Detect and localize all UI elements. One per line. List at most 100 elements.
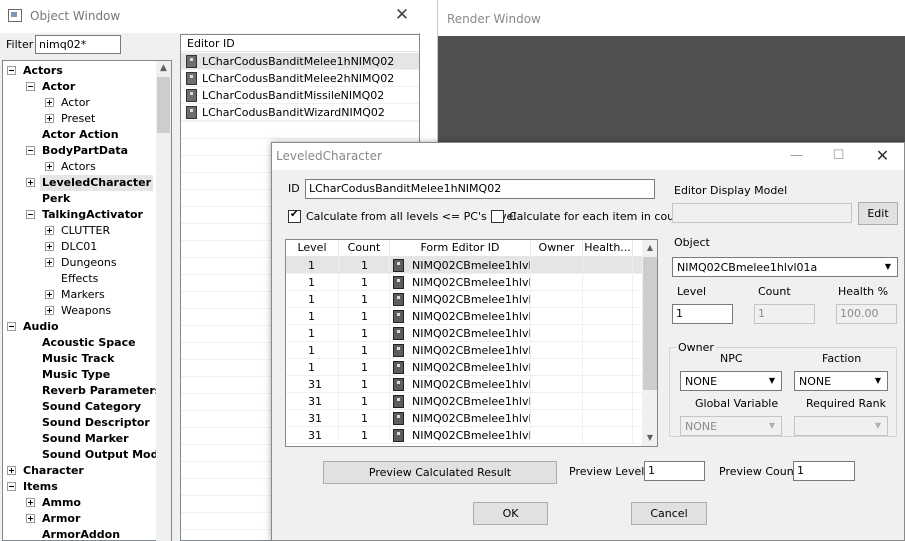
collapse-icon[interactable] xyxy=(26,82,35,91)
table-row[interactable]: 1 1 NIMQ02CBmelee1hlvl... xyxy=(286,325,642,342)
expand-icon[interactable] xyxy=(45,98,54,107)
faction-select[interactable]: NONE ▼ xyxy=(794,371,888,391)
column-header-level[interactable]: Level xyxy=(286,240,339,257)
column-header-count[interactable]: Count xyxy=(339,240,390,257)
tree-item[interactable]: Armor xyxy=(3,511,157,527)
tree-item[interactable]: Actor Action xyxy=(3,127,157,143)
close-icon[interactable]: ✕ xyxy=(392,4,412,26)
preview-count-input[interactable]: 1 xyxy=(793,461,855,481)
table-row[interactable]: 1 1 NIMQ02CBmelee1hlvl... xyxy=(286,257,642,274)
list-item[interactable]: LCharCodusBanditMelee1hNIMQ02 xyxy=(181,53,419,70)
tree-item[interactable]: Music Type xyxy=(3,367,157,383)
cancel-button[interactable]: Cancel xyxy=(631,502,707,525)
expand-icon[interactable] xyxy=(26,178,35,187)
table-row[interactable]: 31 1 NIMQ02CBmelee1hlvl... xyxy=(286,393,642,410)
tree-item[interactable]: Sound Output Model xyxy=(3,447,170,463)
render-window-titlebar[interactable]: Render Window xyxy=(438,0,905,36)
collapse-icon[interactable] xyxy=(7,66,16,75)
tree-scrollbar[interactable]: ▲ xyxy=(156,61,171,541)
expand-icon[interactable] xyxy=(45,114,54,123)
tree-item[interactable]: DLC01 xyxy=(3,239,157,255)
tree-item[interactable]: Sound Marker xyxy=(3,431,157,447)
list-item[interactable]: LCharCodusBanditMelee2hNIMQ02 xyxy=(181,70,419,87)
close-icon[interactable]: ✕ xyxy=(860,143,905,170)
list-item[interactable]: LCharCodusBanditMissileNIMQ02 xyxy=(181,87,419,104)
tree-item[interactable]: ArmorAddon xyxy=(3,527,157,540)
maximize-icon[interactable]: ☐ xyxy=(816,143,861,170)
table-row[interactable]: 31 1 NIMQ02CBmelee1hlvl... xyxy=(286,410,642,427)
tree-item[interactable]: Sound Descriptor xyxy=(3,415,157,431)
tree-item[interactable]: TalkingActivator xyxy=(3,207,157,223)
leveled-list[interactable]: Level Count Form Editor ID Owner Health.… xyxy=(285,239,658,447)
table-row[interactable]: 1 1 NIMQ02CBmelee1hlvl... xyxy=(286,274,642,291)
tree-item[interactable]: Actors xyxy=(3,159,157,175)
tree-item[interactable]: Music Track xyxy=(3,351,157,367)
calc-all-levels-checkbox[interactable] xyxy=(288,209,301,223)
dialog-titlebar[interactable]: LeveledCharacter — ☐ ✕ xyxy=(272,143,904,170)
expand-icon[interactable] xyxy=(45,162,54,171)
id-input[interactable]: LCharCodusBanditMelee1hNIMQ02 xyxy=(305,179,655,199)
preview-calculated-result-button[interactable]: Preview Calculated Result xyxy=(323,461,557,484)
tree-item[interactable]: Preset xyxy=(3,111,157,127)
tree-item[interactable]: Perk xyxy=(3,191,157,207)
tree-item[interactable]: Actor xyxy=(3,79,157,95)
tree-item[interactable]: Markers xyxy=(3,287,157,303)
ok-button[interactable]: OK xyxy=(473,502,548,525)
leveled-list-scrollbar[interactable]: ▲ ▼ xyxy=(642,240,657,446)
tree-item[interactable]: Ammo xyxy=(3,495,157,511)
filter-input[interactable]: nimq02* xyxy=(35,35,121,54)
expand-icon[interactable] xyxy=(26,514,35,523)
object-select[interactable]: NIMQ02CBmelee1hlvl01a ▼ xyxy=(672,257,898,277)
tree-item[interactable]: Actor xyxy=(3,95,157,111)
collapse-icon[interactable] xyxy=(7,482,16,491)
table-row[interactable]: 1 1 NIMQ02CBmelee1hlvl... xyxy=(286,359,642,376)
npc-select[interactable]: NONE ▼ xyxy=(680,371,782,391)
tree-item[interactable]: Sound Category xyxy=(3,399,157,415)
object-window-titlebar[interactable]: Object Window ✕ xyxy=(0,0,420,33)
expand-icon[interactable] xyxy=(45,290,54,299)
expand-icon[interactable] xyxy=(45,226,54,235)
tree-item[interactable]: CLUTTER xyxy=(3,223,157,239)
table-row[interactable]: 1 1 NIMQ02CBmelee1hlvl... xyxy=(286,308,642,325)
preview-level-input[interactable]: 1 xyxy=(644,461,705,481)
tree-item[interactable]: Character xyxy=(3,463,157,479)
collapse-icon[interactable] xyxy=(26,146,35,155)
scroll-thumb[interactable] xyxy=(643,257,657,390)
tree-item[interactable]: Weapons xyxy=(3,303,157,319)
tree-item[interactable]: Actors xyxy=(3,63,157,79)
category-tree[interactable]: Actors Actor Actor Preset Actor Action BodyPa… xyxy=(2,60,172,541)
scroll-up-icon[interactable]: ▲ xyxy=(642,240,657,256)
table-row[interactable]: 31 1 NIMQ02CBmelee1hlvl... xyxy=(286,376,642,393)
table-row[interactable]: 1 1 NIMQ02CBmelee1hlvl... xyxy=(286,342,642,359)
scroll-thumb[interactable] xyxy=(157,77,170,133)
column-header-health[interactable]: Health... xyxy=(583,240,633,257)
tree-item[interactable]: Items xyxy=(3,479,157,495)
level-input[interactable]: 1 xyxy=(672,304,733,324)
tree-item[interactable]: LeveledCharacter xyxy=(3,175,157,191)
expand-icon[interactable] xyxy=(45,242,54,251)
tree-item[interactable]: BodyPartData xyxy=(3,143,157,159)
render-viewport[interactable] xyxy=(438,36,905,146)
scroll-down-icon[interactable]: ▼ xyxy=(642,430,657,446)
column-header-form-editor-id[interactable]: Form Editor ID xyxy=(390,240,531,257)
table-row[interactable]: 1 1 NIMQ02CBmelee1hlvl... xyxy=(286,291,642,308)
table-row[interactable]: 31 1 NIMQ02CBmelee1hlvl... xyxy=(286,427,642,444)
expand-icon[interactable] xyxy=(45,306,54,315)
list-item[interactable]: LCharCodusBanditWizardNIMQ02 xyxy=(181,104,419,121)
minimize-icon[interactable]: — xyxy=(774,143,819,170)
list-header-editor-id[interactable]: Editor ID xyxy=(181,35,419,52)
column-header-owner[interactable]: Owner xyxy=(531,240,583,257)
expand-icon[interactable] xyxy=(7,466,16,475)
collapse-icon[interactable] xyxy=(26,210,35,219)
tree-item[interactable]: Effects xyxy=(3,271,157,287)
expand-icon[interactable] xyxy=(26,498,35,507)
tree-item[interactable]: Acoustic Space xyxy=(3,335,157,351)
collapse-icon[interactable] xyxy=(7,322,16,331)
scroll-up-icon[interactable]: ▲ xyxy=(156,61,171,76)
expand-icon[interactable] xyxy=(45,258,54,267)
tree-item[interactable]: Reverb Parameters xyxy=(3,383,161,399)
tree-item[interactable]: Dungeons xyxy=(3,255,157,271)
tree-item[interactable]: Audio xyxy=(3,319,157,335)
calc-each-item-checkbox[interactable] xyxy=(491,210,504,223)
edit-button[interactable]: Edit xyxy=(858,202,898,225)
